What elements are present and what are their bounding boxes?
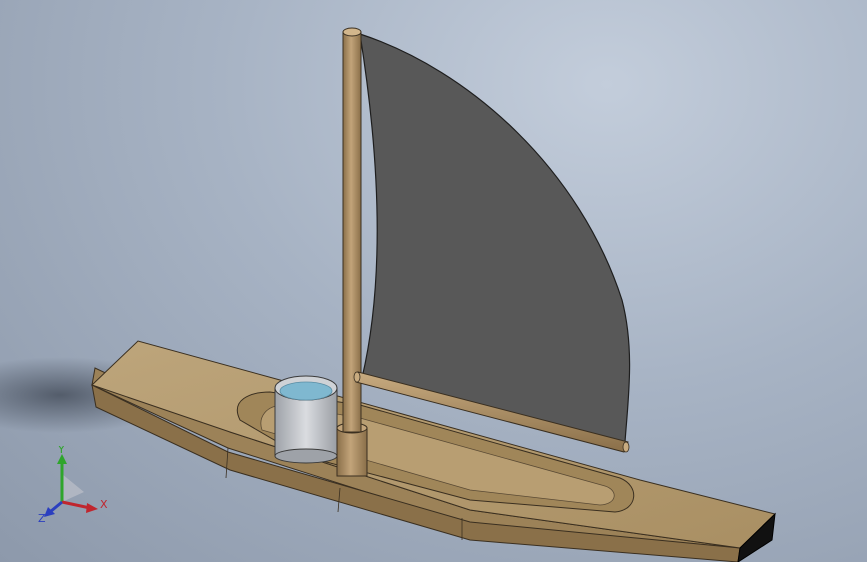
x-axis-line [61, 500, 91, 510]
y-axis-label: Y [57, 446, 65, 456]
z-axis-label: Z [38, 512, 46, 525]
orientation-triad[interactable]: Y X Z [36, 446, 116, 526]
x-axis-label: X [100, 498, 108, 511]
boom-start [353, 371, 361, 383]
graphics-viewport[interactable]: Y X Z [0, 0, 867, 562]
mast-top [342, 27, 362, 37]
sail[interactable] [359, 33, 631, 443]
mast-step [336, 427, 368, 477]
x-axis-arrow-icon [86, 503, 98, 513]
boom-end [622, 441, 630, 453]
bucket-bottom [274, 448, 338, 464]
3d-model-view[interactable] [0, 0, 867, 562]
bucket-water [279, 381, 333, 401]
z-axis-line [49, 500, 63, 514]
triad-plane [62, 474, 84, 502]
